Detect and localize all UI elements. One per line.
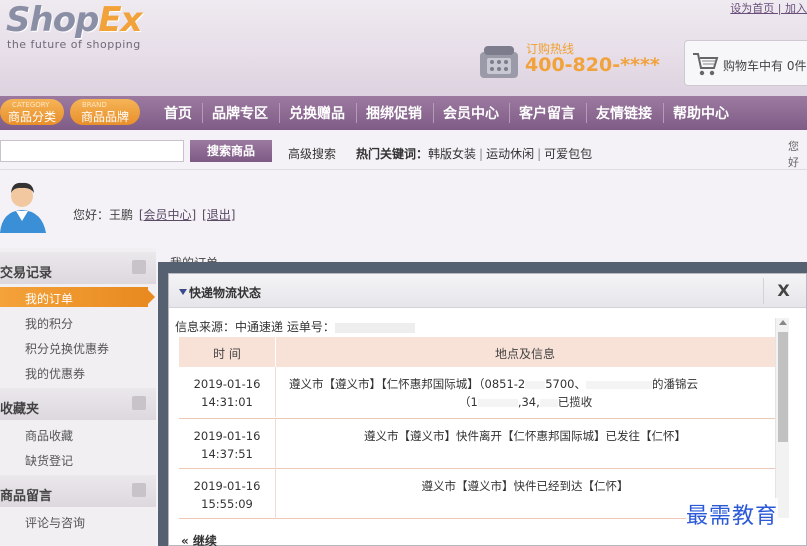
scrollbar-thumb[interactable]	[778, 332, 788, 442]
continue-link[interactable]: « 继续	[181, 532, 217, 546]
search-button[interactable]: 搜索商品	[190, 140, 272, 162]
redacted-area	[477, 398, 518, 407]
phone-icon	[480, 46, 518, 78]
sidebar-item-my-orders[interactable]: 我的订单	[0, 287, 155, 307]
nav-friend-links[interactable]: 友情链接	[596, 103, 652, 123]
triangle-down-icon	[179, 289, 187, 295]
nav-divider	[586, 103, 587, 123]
modal-header: 快递物流状态 X	[169, 274, 806, 308]
sidebar-section-favorites: 收藏夹	[0, 388, 156, 420]
nav-customer-messages[interactable]: 客户留言	[519, 103, 575, 123]
row-timestamp: 2019-01-16 14:31:01	[193, 377, 261, 409]
logout-link[interactable]: [退出]	[202, 208, 235, 222]
table-row: 2019-01-16 14:37:51 遵义市【遵义市】快件离开【仁怀惠邦国际城】…	[179, 419, 775, 469]
nav-member-center[interactable]: 会员中心	[443, 103, 499, 123]
shopping-cart-icon	[693, 53, 719, 76]
top-links[interactable]: 设为首页 | 加入	[730, 0, 807, 16]
row-info: 遵义市【遵义市】【仁怀惠邦国际城】（0851-2 5700、 的潘锦云 （1,34,…	[289, 377, 699, 409]
collapse-icon[interactable]	[132, 396, 146, 410]
sidebar-section-title: 交易记录	[0, 266, 53, 281]
main-nav: CATEGORY 商品分类 BRAND 商品品牌 首页 品牌专区 兑换赠品 捆绑…	[0, 96, 807, 130]
sidebar-item-favorite-products[interactable]: 商品收藏	[25, 427, 73, 444]
nav-divider	[356, 103, 357, 123]
tracking-source: 信息来源：中通速递 运单号：	[175, 318, 415, 335]
site-header: ShopEx the future of shopping 设为首页 | 加入 …	[0, 0, 807, 96]
row-timestamp: 2019-01-16 14:37:51	[193, 429, 261, 461]
user-bar: 您好：王鹏 [会员中心] [退出]	[0, 171, 807, 245]
row-info: 遵义市【遵义市】快件已经到达【仁怀】	[421, 479, 629, 493]
column-header-time: 时 间	[213, 347, 241, 361]
table-header: 时 间 地点及信息	[179, 337, 775, 367]
redacted-area	[525, 380, 546, 389]
watermark: 最需教育	[686, 498, 779, 530]
sidebar-item-out-of-stock[interactable]: 缺货登记	[25, 452, 73, 469]
column-header-info: 地点及信息	[494, 347, 555, 361]
hot-keywords-label: 热门关键词：	[356, 147, 429, 161]
category-button-mini: CATEGORY	[12, 101, 50, 109]
site-logo[interactable]: ShopEx	[6, 0, 143, 40]
redacted-area	[334, 322, 415, 333]
hot-keyword-link[interactable]: 可爱包包	[544, 147, 592, 161]
nav-divider	[279, 103, 280, 123]
hot-keyword-link[interactable]: 韩版女装	[428, 147, 476, 161]
modal-title: 快递物流状态	[179, 284, 261, 301]
nav-home[interactable]: 首页	[164, 103, 192, 123]
nav-brand-zone[interactable]: 品牌专区	[212, 103, 268, 123]
sidebar-item-points-coupons[interactable]: 积分兑换优惠券	[25, 340, 109, 357]
keyword-divider: |	[537, 147, 542, 161]
brand-button[interactable]: BRAND 商品品牌	[70, 99, 140, 125]
row-info: 遵义市【遵义市】快件离开【仁怀惠邦国际城】已发往【仁怀】	[364, 429, 686, 443]
member-center-link[interactable]: [会员中心]	[139, 208, 196, 222]
column-divider	[275, 367, 276, 417]
search-right-text: 您好	[788, 140, 799, 169]
nav-divider	[433, 103, 434, 123]
nav-redeem-gifts[interactable]: 兑换赠品	[289, 103, 345, 123]
nav-help-center[interactable]: 帮助中心	[673, 103, 729, 123]
scroll-up-arrow-icon[interactable]	[779, 320, 787, 325]
cart-text: 购物车中有 0件	[723, 59, 807, 73]
sidebar: 交易记录 我的订单 我的积分 积分兑换优惠券 我的优惠券 收藏夹 商品收藏 缺货…	[0, 248, 156, 546]
table-row: 2019-01-16 14:31:01 遵义市【遵义市】【仁怀惠邦国际城】（085…	[179, 367, 775, 419]
category-button[interactable]: CATEGORY 商品分类	[0, 99, 64, 125]
brand-button-label: 商品品牌	[80, 110, 129, 124]
nav-bundle-promo[interactable]: 捆绑促销	[366, 103, 422, 123]
avatar	[0, 182, 46, 233]
sidebar-section-product-messages: 商品留言	[0, 475, 156, 507]
hot-keyword-link[interactable]: 运动休闲	[486, 147, 534, 161]
cart-summary[interactable]: 购物车中有 0件	[684, 40, 807, 86]
hot-keywords: 热门关键词：韩版女装 | 运动休闲 | 可爱包包	[356, 145, 592, 162]
sidebar-item-my-points[interactable]: 我的积分	[25, 315, 73, 332]
row-timestamp: 2019-01-16 15:55:09	[193, 479, 261, 511]
sidebar-item-my-coupons[interactable]: 我的优惠券	[25, 365, 85, 382]
nav-divider	[663, 103, 664, 123]
sidebar-item-reviews[interactable]: 评论与咨询	[25, 514, 85, 531]
brand-button-mini: BRAND	[82, 101, 107, 109]
nav-divider	[202, 103, 203, 123]
sidebar-section-title: 收藏夹	[0, 402, 40, 417]
search-bar: 搜索商品 高级搜索 热门关键词：韩版女装 | 运动休闲 | 可爱包包 您好	[0, 130, 807, 170]
sidebar-section-title: 商品留言	[0, 489, 53, 504]
keyword-divider: |	[479, 147, 484, 161]
category-button-label: 商品分类	[7, 110, 56, 124]
hotline: 订购热线 400-820-****	[478, 40, 668, 84]
close-button[interactable]: X	[763, 278, 803, 304]
collapse-icon[interactable]	[132, 260, 146, 274]
user-greeting: 您好：王鹏 [会员中心] [退出]	[73, 206, 235, 223]
site-tagline: the future of shopping	[7, 38, 141, 51]
sidebar-section-trade: 交易记录	[0, 252, 156, 284]
hotline-number: 400-820-****	[525, 54, 660, 76]
scrollbar[interactable]	[775, 318, 789, 518]
search-input[interactable]	[0, 140, 184, 162]
nav-divider	[509, 103, 510, 123]
greeting-text: 您好：王鹏	[73, 208, 134, 222]
collapse-icon[interactable]	[132, 483, 146, 497]
advanced-search-link[interactable]: 高级搜索	[288, 145, 336, 162]
redacted-area	[539, 398, 558, 407]
redacted-area	[586, 380, 653, 389]
